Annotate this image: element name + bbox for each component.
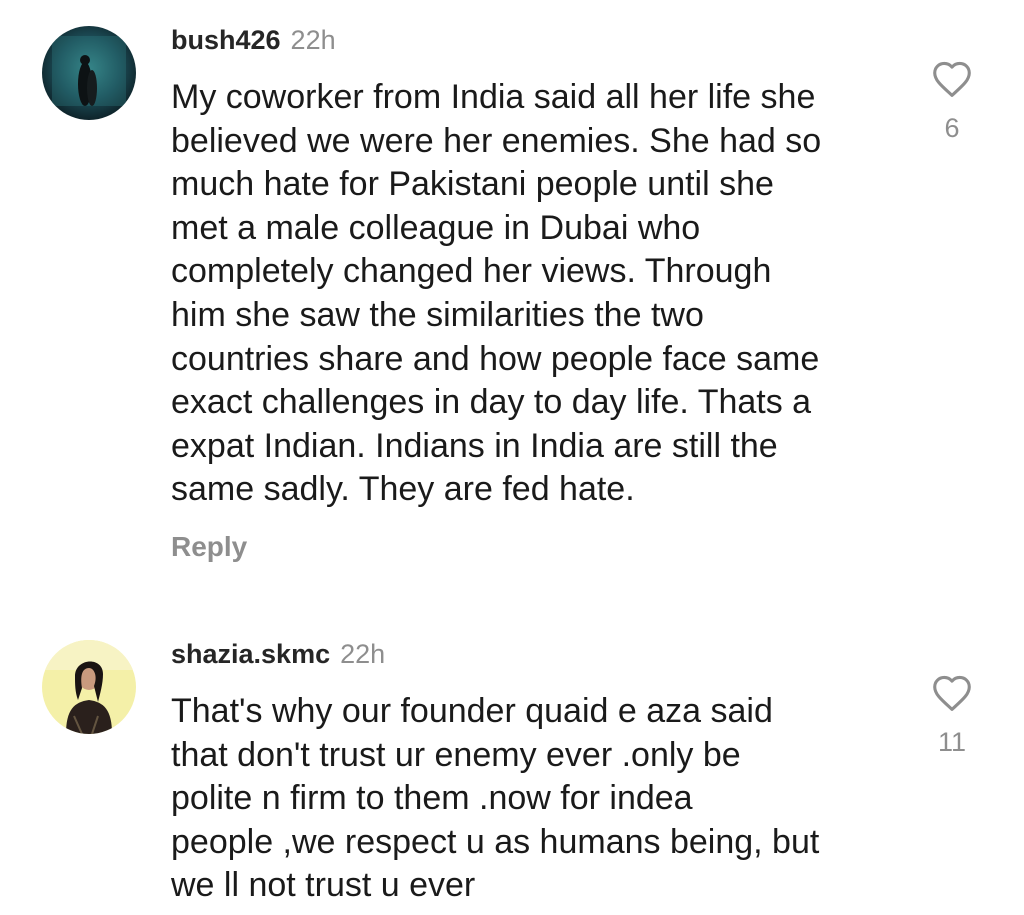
comment-item: bush426 22h My coworker from India said a… — [0, 0, 1024, 600]
comment-header: shazia.skmc 22h — [171, 638, 385, 670]
comment-text: My coworker from India said all her life… — [171, 78, 822, 509]
like-count: 6 — [944, 113, 960, 143]
like-count: 11 — [937, 727, 967, 757]
heart-outline-icon — [933, 675, 971, 711]
like-button[interactable]: 6 — [925, 60, 979, 144]
like-button[interactable]: 11 — [925, 674, 979, 758]
username[interactable]: bush426 — [171, 25, 281, 55]
avatar[interactable] — [42, 26, 136, 120]
heart-outline-icon — [933, 61, 971, 97]
avatar-image — [42, 26, 136, 120]
avatar-image — [42, 640, 136, 734]
avatar[interactable] — [42, 640, 136, 734]
comment-header: bush426 22h — [171, 24, 336, 56]
username[interactable]: shazia.skmc — [171, 639, 330, 669]
reply-button[interactable]: Reply — [171, 530, 247, 564]
timestamp: 22h — [290, 25, 336, 55]
timestamp: 22h — [340, 639, 386, 669]
comment-item: shazia.skmc 22h That's why our founder qu… — [0, 620, 1024, 915]
comment-text: That's why our founder quaid e aza said … — [171, 692, 820, 905]
